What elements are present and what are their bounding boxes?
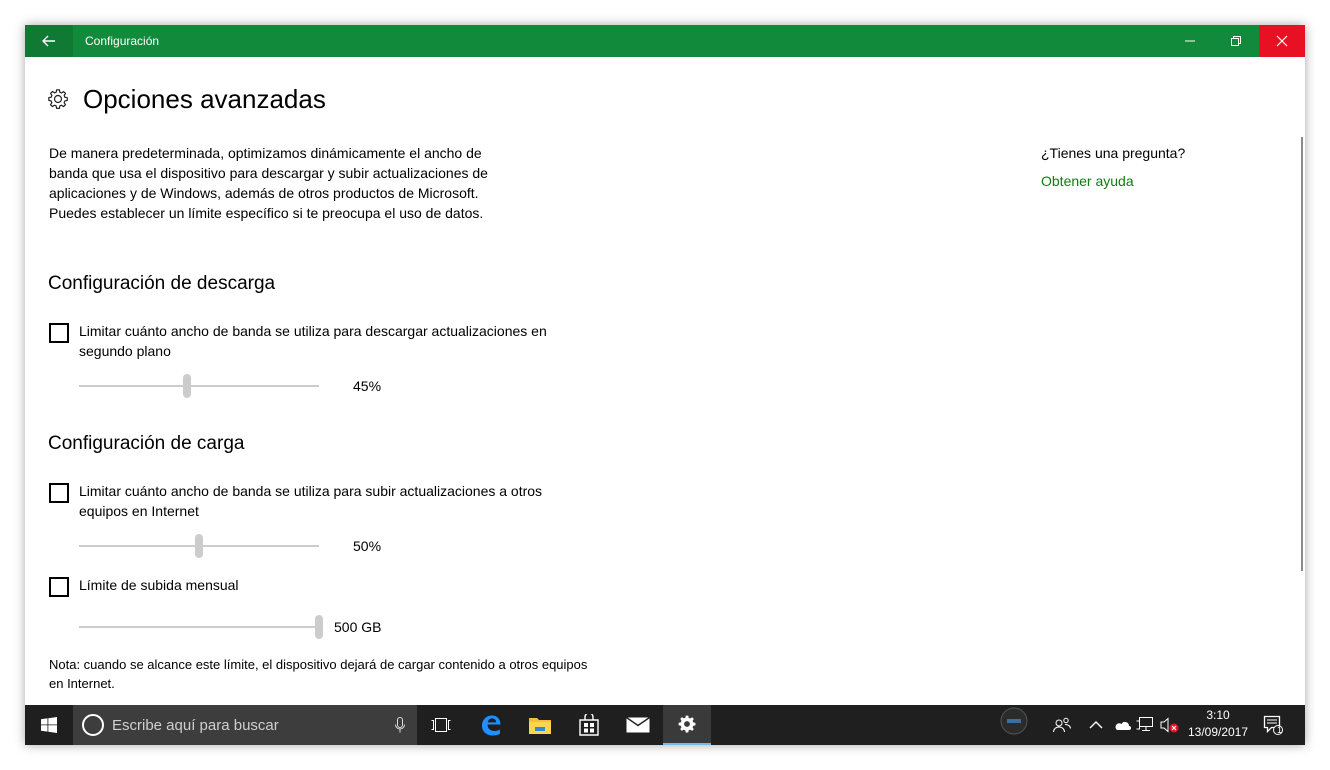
edge-icon bbox=[482, 715, 501, 736]
onedrive-button[interactable] bbox=[1113, 715, 1131, 735]
restore-button[interactable] bbox=[1213, 25, 1259, 57]
download-limit-label: Limitar cuánto ancho de banda se utiliza… bbox=[79, 323, 547, 359]
people-button[interactable] bbox=[1053, 715, 1071, 735]
volume-muted-icon bbox=[1160, 717, 1179, 733]
minimize-icon bbox=[1185, 40, 1195, 42]
file-explorer-icon bbox=[529, 718, 551, 734]
close-button[interactable] bbox=[1259, 25, 1305, 57]
microphone-icon[interactable] bbox=[395, 717, 405, 733]
upload-limit-row[interactable]: Limitar cuánto ancho de banda se utiliza… bbox=[49, 483, 589, 521]
chevron-up-icon bbox=[1089, 721, 1103, 729]
slider-track bbox=[79, 626, 319, 628]
back-button[interactable] bbox=[25, 25, 73, 57]
monthly-limit-value: 500 GB bbox=[334, 619, 382, 635]
show-hidden-icons-button[interactable] bbox=[1089, 715, 1103, 735]
download-limit-checkbox[interactable] bbox=[49, 323, 69, 343]
monthly-limit-label: Límite de subida mensual bbox=[79, 577, 239, 593]
task-view-button[interactable] bbox=[417, 705, 465, 745]
page-title: Opciones avanzadas bbox=[83, 83, 326, 114]
download-limit-row[interactable]: Limitar cuánto ancho de banda se utiliza… bbox=[49, 323, 589, 361]
notification-count: 1 bbox=[1277, 725, 1283, 735]
slider-track bbox=[79, 385, 319, 387]
title-bar: Configuración bbox=[25, 25, 1305, 57]
taskbar: Escribe aquí para buscar 3:10 13/09/2017… bbox=[25, 705, 1305, 745]
help-question: ¿Tienes una pregunta? bbox=[1041, 145, 1186, 161]
monthly-limit-checkbox[interactable] bbox=[49, 577, 69, 597]
action-center-button[interactable]: 1 bbox=[1261, 713, 1285, 737]
slider-thumb[interactable] bbox=[315, 615, 323, 639]
monthly-limit-slider[interactable] bbox=[79, 615, 323, 639]
settings-icon bbox=[678, 715, 696, 733]
taskbar-search-box[interactable]: Escribe aquí para buscar bbox=[73, 705, 417, 745]
settings-window: Configuración Opciones avanzadas De mane… bbox=[25, 25, 1305, 745]
network-button[interactable] bbox=[1136, 715, 1154, 735]
cortana-icon[interactable] bbox=[82, 714, 104, 736]
edge-button[interactable] bbox=[467, 705, 515, 745]
slider-thumb[interactable] bbox=[183, 374, 191, 398]
monthly-limit-row[interactable]: Límite de subida mensual bbox=[49, 577, 589, 597]
settings-taskbar-button[interactable] bbox=[663, 705, 711, 745]
upload-limit-label: Limitar cuánto ancho de banda se utiliza… bbox=[79, 483, 543, 519]
back-arrow-icon bbox=[42, 35, 55, 47]
gear-icon bbox=[48, 89, 68, 109]
upload-limit-checkbox[interactable] bbox=[49, 483, 69, 503]
taskbar-clock[interactable]: 3:10 13/09/2017 bbox=[1183, 707, 1253, 741]
start-button[interactable] bbox=[25, 705, 73, 745]
close-icon bbox=[1276, 35, 1288, 47]
volume-button[interactable] bbox=[1160, 715, 1180, 735]
upload-section-title: Configuración de carga bbox=[48, 433, 245, 454]
store-icon bbox=[579, 714, 599, 736]
get-help-link[interactable]: Obtener ayuda bbox=[1041, 171, 1134, 191]
window-title: Configuración bbox=[85, 34, 160, 48]
minimize-button[interactable] bbox=[1167, 25, 1213, 57]
people-icon bbox=[1053, 717, 1071, 733]
clock-date: 13/09/2017 bbox=[1187, 725, 1249, 739]
download-slider-value: 45% bbox=[353, 378, 382, 394]
mail-icon bbox=[626, 717, 650, 733]
download-bandwidth-slider[interactable] bbox=[79, 374, 319, 398]
file-explorer-button[interactable] bbox=[516, 705, 564, 745]
restore-icon bbox=[1231, 36, 1241, 46]
slider-thumb[interactable] bbox=[195, 534, 203, 558]
task-view-icon bbox=[431, 718, 451, 732]
clock-time: 3:10 bbox=[1206, 708, 1230, 722]
tray-logo-icon bbox=[1000, 707, 1028, 735]
page-header: Opciones avanzadas bbox=[47, 81, 326, 117]
mail-button[interactable] bbox=[614, 705, 662, 745]
store-button[interactable] bbox=[565, 705, 613, 745]
tray-app-icon[interactable] bbox=[1000, 707, 1028, 735]
scrollbar[interactable] bbox=[1301, 137, 1303, 571]
network-icon bbox=[1136, 717, 1153, 731]
windows-start-icon bbox=[41, 717, 57, 733]
search-placeholder: Escribe aquí para buscar bbox=[112, 716, 279, 734]
upload-bandwidth-slider[interactable] bbox=[79, 534, 319, 558]
upload-note: Nota: cuando se alcance este límite, el … bbox=[49, 657, 588, 691]
onedrive-icon bbox=[1115, 721, 1131, 730]
upload-slider-value: 50% bbox=[353, 538, 382, 554]
download-section-title: Configuración de descarga bbox=[48, 273, 276, 294]
intro-text: De manera predeterminada, optimizamos di… bbox=[49, 145, 488, 221]
